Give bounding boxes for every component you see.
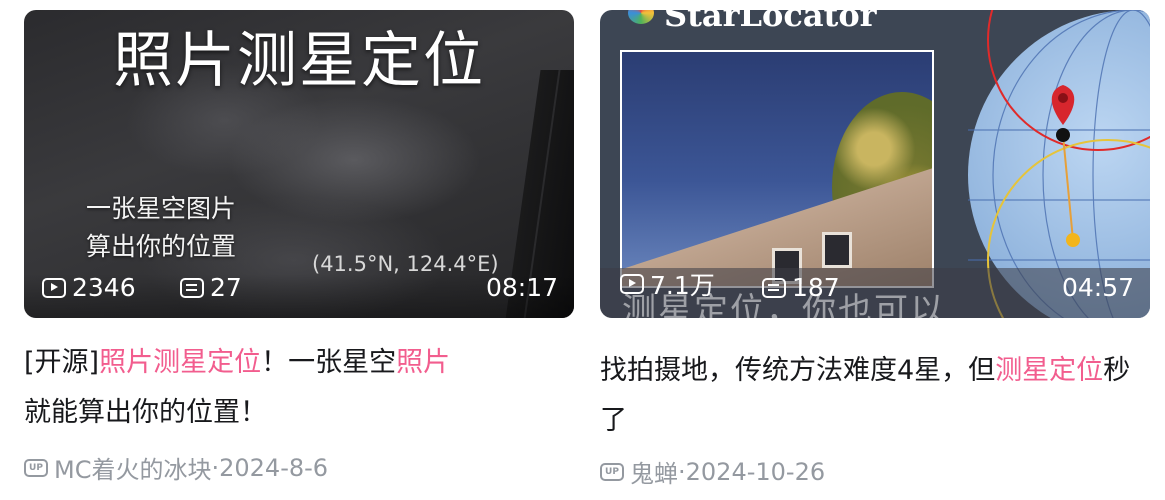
- title-keyword-highlight: 照片测星定位: [99, 347, 262, 378]
- meta-separator: ·: [211, 453, 220, 482]
- video-card-2[interactable]: StarLocator 测星定位，你也可以 7.1万 187 04:57 找拍摄…: [600, 10, 1150, 488]
- up-icon: UP: [600, 462, 624, 481]
- starlocator-logo-icon: [628, 10, 654, 24]
- danmaku-count-value: 27: [210, 273, 242, 302]
- up-icon: UP: [24, 458, 48, 477]
- author-name[interactable]: 鬼蝉: [630, 454, 678, 489]
- video-thumbnail[interactable]: 照片测星定位 一张星空图片 算出你的位置 (41.5°N, 124.4°E) 2…: [24, 10, 574, 318]
- title-segment: [开源]: [24, 347, 100, 378]
- title-keyword-highlight: 测星定位: [995, 355, 1104, 386]
- video-card-1[interactable]: 照片测星定位 一张星空图片 算出你的位置 (41.5°N, 124.4°E) 2…: [24, 10, 574, 484]
- view-count-value: 2346: [72, 273, 136, 302]
- view-count-value: 7.1万: [650, 271, 715, 300]
- video-duration: 08:17: [485, 273, 558, 302]
- view-count: 7.1万: [620, 266, 715, 302]
- photo-window: [822, 232, 852, 268]
- publish-date: 2024-10-26: [685, 457, 826, 486]
- play-count-icon: [42, 277, 66, 298]
- meta-separator: ·: [678, 457, 686, 486]
- video-duration: 04:57: [1061, 273, 1134, 302]
- title-segment: 就能算出你的位置！: [24, 397, 267, 428]
- title-segment: ！一张星空: [261, 347, 397, 378]
- danmaku-icon: [180, 277, 204, 298]
- thumbnail-subtitle-line1: 一张星空图片: [86, 194, 237, 223]
- title-keyword-highlight: 照片: [396, 347, 451, 378]
- thumbnail-photo: [620, 50, 934, 288]
- danmaku-count: 187: [762, 273, 840, 302]
- video-title[interactable]: 找拍摄地，传统方法难度4星，但测星定位秒了: [600, 346, 1140, 446]
- title-segment: 找拍摄地，传统方法难度4星，但: [600, 355, 996, 386]
- publish-date: 2024-8-6: [219, 453, 329, 482]
- thumbnail-subtitle: 一张星空图片 算出你的位置: [86, 190, 236, 266]
- danmaku-count: 27: [180, 273, 242, 302]
- thumbnail-coordinates: (41.5°N, 124.4°E): [312, 252, 499, 276]
- thumbnail-subtitle-line2: 算出你的位置: [86, 232, 237, 261]
- video-thumbnail[interactable]: StarLocator 测星定位，你也可以 7.1万 187 04:57: [600, 10, 1150, 318]
- view-count: 2346: [42, 273, 136, 302]
- author-name[interactable]: MC着火的冰块: [54, 450, 211, 485]
- danmaku-icon: [762, 277, 786, 298]
- play-count-icon: [620, 274, 644, 294]
- thumbnail-title: 照片测星定位: [113, 26, 485, 96]
- video-meta: UP 鬼蝉 · 2024-10-26: [600, 454, 825, 489]
- danmaku-count-value: 187: [792, 273, 840, 302]
- video-meta: UP MC着火的冰块 · 2024-8-6: [24, 450, 328, 485]
- thumbnail-brand: StarLocator: [664, 10, 877, 34]
- video-title[interactable]: [开源]照片测星定位！一张星空照片就能算出你的位置！: [24, 338, 564, 438]
